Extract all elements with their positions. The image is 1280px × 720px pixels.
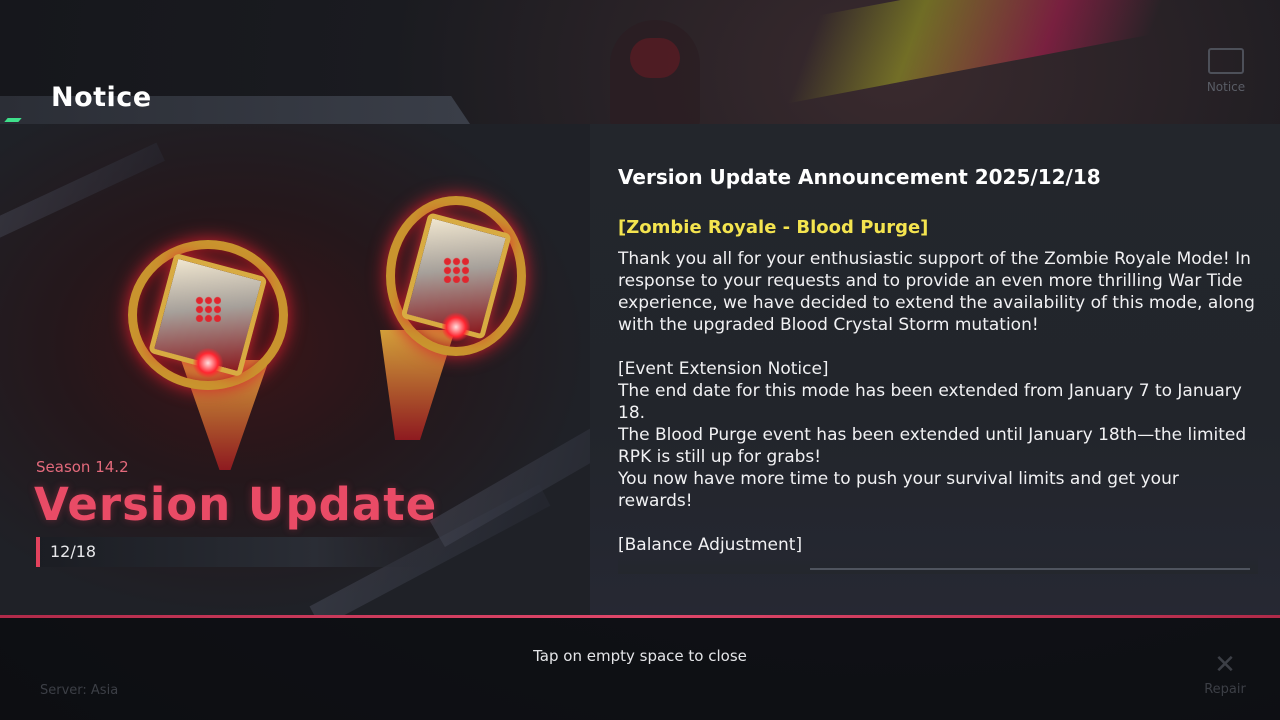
banner-title: Version Update — [34, 478, 438, 531]
top-notice-label: Notice — [1206, 80, 1246, 94]
extension-line-2: The Blood Purge event has been extended … — [618, 425, 1247, 467]
top-notice-button[interactable]: Notice — [1196, 48, 1256, 94]
wrench-icon: ✕ — [1214, 650, 1236, 680]
announcement-content[interactable]: Version Update Announcement 2025/12/18 [… — [618, 162, 1258, 572]
banner-date: 12/18 — [50, 542, 97, 561]
notice-icon — [1208, 48, 1244, 74]
close-hint: Tap on empty space to close — [533, 647, 747, 665]
content-fade — [618, 552, 1258, 574]
repair-label: Repair — [1204, 682, 1246, 697]
background-stripe — [787, 0, 1183, 104]
page-title: Notice — [51, 82, 152, 113]
intro-paragraph: Thank you all for your enthusiastic supp… — [618, 249, 1255, 335]
repair-button[interactable]: ✕ Repair — [1200, 652, 1250, 697]
dimmed-backdrop[interactable] — [0, 618, 1280, 720]
blood-emblem-icon-right — [386, 196, 526, 356]
background-character — [610, 20, 700, 130]
blood-emblem-icon-left — [128, 240, 288, 390]
server-label: Server: Asia — [40, 683, 119, 698]
extension-line-1: The end date for this mode has been exte… — [618, 381, 1242, 423]
scroll-divider — [810, 568, 1250, 570]
season-label: Season 14.2 — [36, 458, 129, 476]
section-title: [Zombie Royale - Blood Purge] — [618, 217, 929, 238]
extension-heading: [Event Extension Notice] — [618, 359, 829, 379]
extension-line-3: You now have more time to push your surv… — [618, 469, 1179, 511]
announcement-title: Version Update Announcement 2025/12/18 — [618, 165, 1101, 189]
